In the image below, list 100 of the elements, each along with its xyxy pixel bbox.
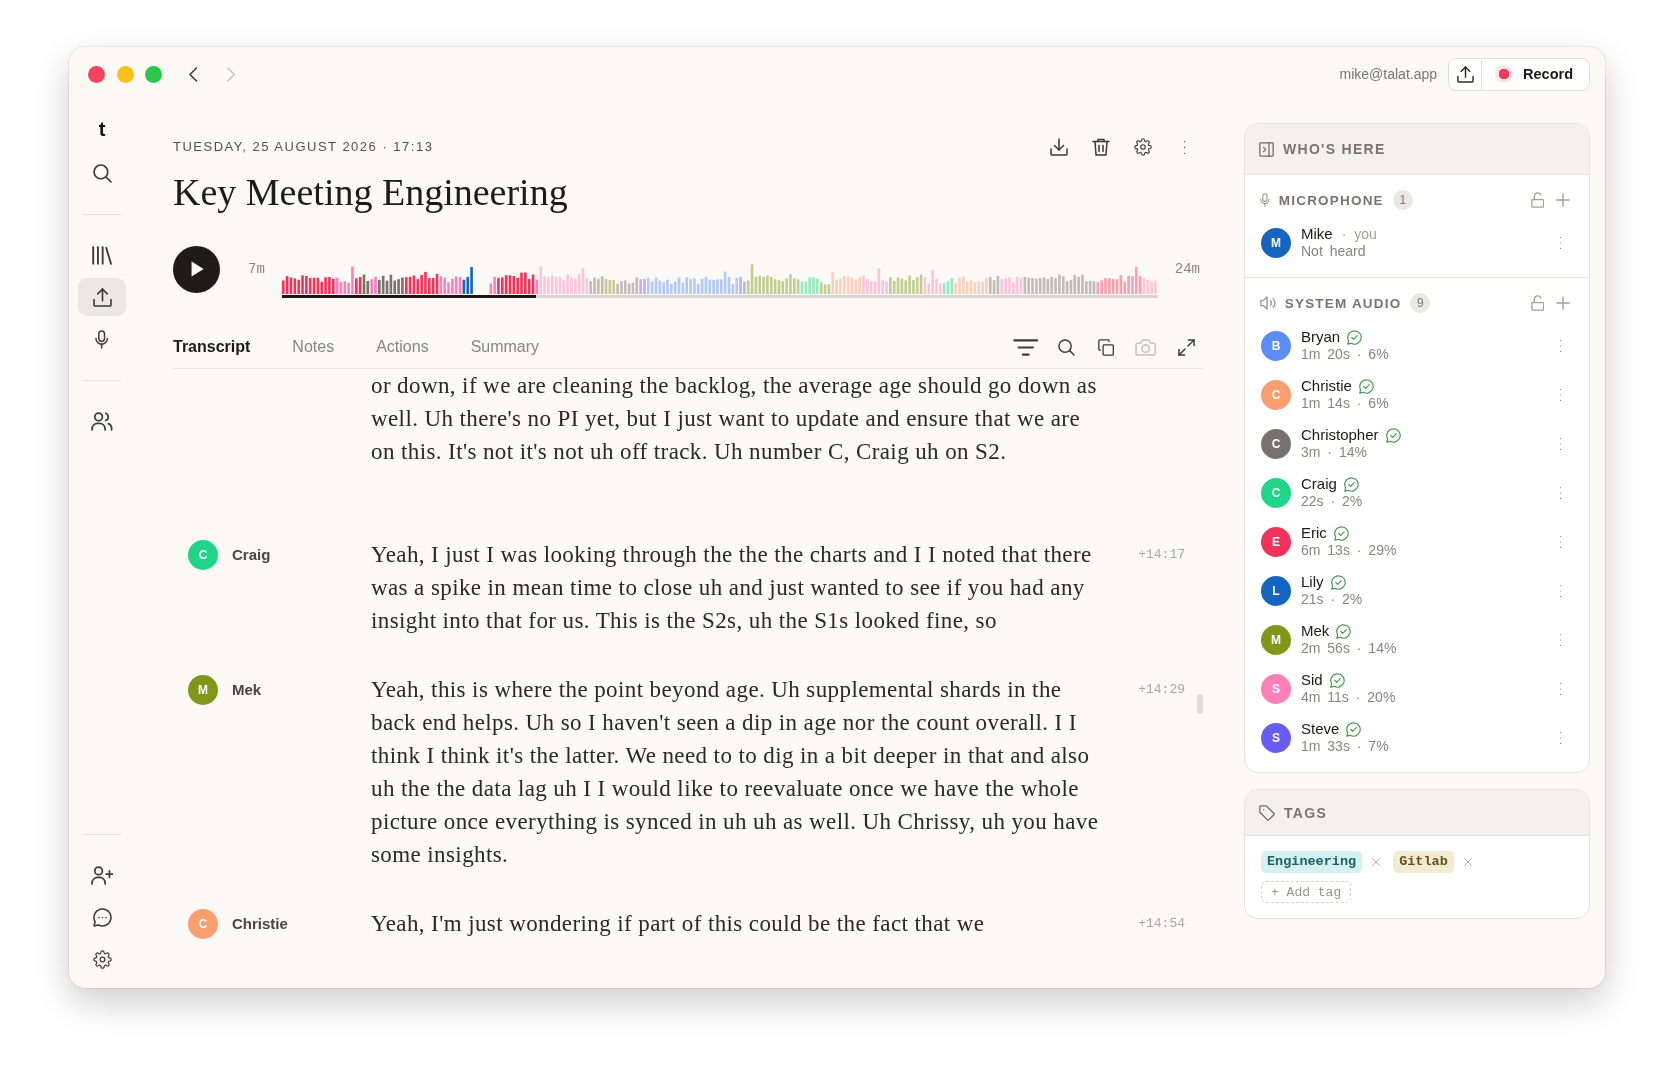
settings-icon — [92, 949, 112, 969]
play-icon — [191, 261, 205, 277]
participant-avatar: M — [1261, 227, 1291, 258]
play-button[interactable] — [173, 245, 220, 293]
account-email: mike@talat.app — [1339, 66, 1438, 82]
speaker-avatar: M — [188, 674, 218, 705]
section-title: SYSTEM AUDIO — [1284, 295, 1402, 311]
add-tag-button[interactable]: + Add tag — [1261, 881, 1352, 903]
sidebar-panel-icon — [1259, 141, 1274, 157]
participant-name: Mek — [1301, 622, 1330, 640]
participant-detail: Not heard — [1301, 243, 1367, 260]
total-time: 24m — [1174, 261, 1201, 277]
remove-tag-icon[interactable] — [1463, 858, 1472, 866]
participant-name: Christie — [1301, 377, 1352, 395]
participant-detail: 1m 20s · 6% — [1301, 346, 1389, 363]
transcript-text: Yeah, I just I was looking through the the the charts and I I noted that there was a spike in mean time to close uh and just wanted to see if you had any insight into that for us. This is the S2s, uh the S1s looked fine, so — [371, 541, 1093, 635]
books-icon — [91, 245, 113, 265]
expand-icon — [1177, 338, 1195, 356]
speaker-name: Mek — [232, 681, 262, 698]
tab[interactable]: Summary — [470, 336, 540, 358]
transcript-text: Yeah, I'm just wondering if part of this could be the fact that we — [371, 910, 986, 938]
speaker-name: Christie — [232, 915, 288, 932]
chevron-left-icon — [189, 66, 199, 82]
open-padlock-icon[interactable] — [1530, 192, 1544, 208]
speaker-avatar: C — [188, 539, 218, 570]
speaker-avatar: C — [188, 908, 218, 939]
open-padlock-icon[interactable] — [1530, 295, 1544, 311]
record-button[interactable]: Record — [1482, 57, 1590, 91]
tag-chip[interactable]: Gitlab — [1393, 851, 1454, 873]
participant-name: Steve — [1301, 720, 1340, 738]
timestamp[interactable]: +14:17 — [1138, 538, 1185, 571]
filter-icon — [1013, 338, 1039, 356]
participant-detail: 4m 11s · 20% — [1301, 689, 1396, 706]
tab[interactable]: Actions — [376, 336, 429, 358]
participant-name: Christopher — [1301, 426, 1379, 444]
minimize-window-button[interactable] — [116, 65, 134, 83]
search-icon — [1057, 338, 1075, 356]
participant-avatar: C — [1261, 379, 1291, 410]
participant-avatar: C — [1261, 477, 1291, 508]
camera-icon — [1135, 338, 1157, 356]
download-icon — [1050, 138, 1068, 156]
upload-icon — [1456, 65, 1474, 83]
share-button[interactable] — [1448, 57, 1483, 91]
microphone-icon — [1260, 193, 1270, 207]
speaker-icon — [1260, 296, 1276, 310]
tab[interactable]: Transcript — [173, 336, 251, 358]
participant-avatar: S — [1261, 673, 1291, 704]
count-badge: 9 — [1410, 293, 1431, 313]
participant-avatar: C — [1261, 428, 1291, 459]
app-logo: t — [98, 117, 106, 142]
zoom-window-button[interactable] — [145, 65, 162, 83]
participant-name: Craig — [1301, 475, 1337, 493]
tag-icon — [1259, 804, 1275, 821]
panel-title: WHO'S HERE — [1283, 141, 1386, 157]
people-icon — [91, 411, 113, 431]
speaker-name: Craig — [232, 546, 271, 563]
participant-name: Sid — [1301, 671, 1323, 689]
tag-chip[interactable]: Engineering — [1261, 851, 1363, 873]
participant-detail: 22s · 2% — [1301, 493, 1363, 510]
remove-tag-icon[interactable] — [1372, 858, 1381, 866]
count-badge: 1 — [1392, 190, 1413, 210]
timestamp[interactable]: +14:54 — [1138, 907, 1185, 940]
trash-icon — [1092, 138, 1110, 156]
panel-title: TAGS — [1284, 804, 1328, 821]
transcript-text: or down, if we are cleaning the backlog, the average age should go down as well. Uh there's no PI yet, but I just want to update and ensure that we are on this. It's not it's not uh off track. Uh number C, Craig uh on S2. — [371, 372, 1098, 466]
chat-bubble-icon — [92, 907, 112, 927]
section-title: MICROPHONE — [1278, 192, 1384, 208]
close-window-button[interactable] — [88, 65, 105, 83]
participant-detail: 1m 33s · 7% — [1301, 738, 1389, 755]
participant-detail: 6m 13s · 29% — [1301, 542, 1397, 559]
add-person-icon — [90, 865, 114, 885]
settings-icon — [1134, 138, 1152, 156]
search-icon — [92, 163, 112, 183]
progress-track[interactable] — [281, 294, 1158, 298]
participant-avatar: L — [1261, 575, 1291, 606]
tab[interactable]: Notes — [292, 336, 335, 358]
participant-detail: 2m 56s · 14% — [1301, 640, 1397, 657]
scrollbar-thumb[interactable] — [1197, 694, 1203, 714]
participant-detail: 1m 14s · 6% — [1301, 395, 1389, 412]
meeting-date: TUESDAY, 25 AUGUST 2026 · 17:13 — [173, 138, 434, 156]
upload-icon — [92, 287, 112, 307]
participant-avatar: S — [1261, 722, 1291, 753]
add-icon[interactable] — [1556, 296, 1570, 310]
participant-avatar: B — [1261, 330, 1291, 361]
add-icon[interactable] — [1556, 193, 1570, 207]
meeting-title: Key Meeting Engineering — [173, 170, 568, 215]
participant-name: Lily — [1301, 573, 1324, 591]
timestamp[interactable]: +14:29 — [1138, 673, 1185, 706]
record-dot-icon — [1495, 65, 1514, 83]
participant-detail: 3m · 14% — [1301, 444, 1368, 461]
participant-note: · you — [1341, 226, 1377, 242]
microphone-icon — [95, 329, 109, 349]
participant-name: Eric — [1301, 524, 1327, 542]
upload-button[interactable] — [78, 278, 126, 316]
elapsed-time: 7m — [248, 261, 265, 277]
chevron-right-icon — [226, 66, 236, 82]
participant-name: Mike — [1301, 225, 1333, 243]
participant-detail: 21s · 2% — [1301, 591, 1363, 608]
copy-icon — [1097, 338, 1115, 356]
participant-name: Bryan — [1301, 328, 1341, 346]
